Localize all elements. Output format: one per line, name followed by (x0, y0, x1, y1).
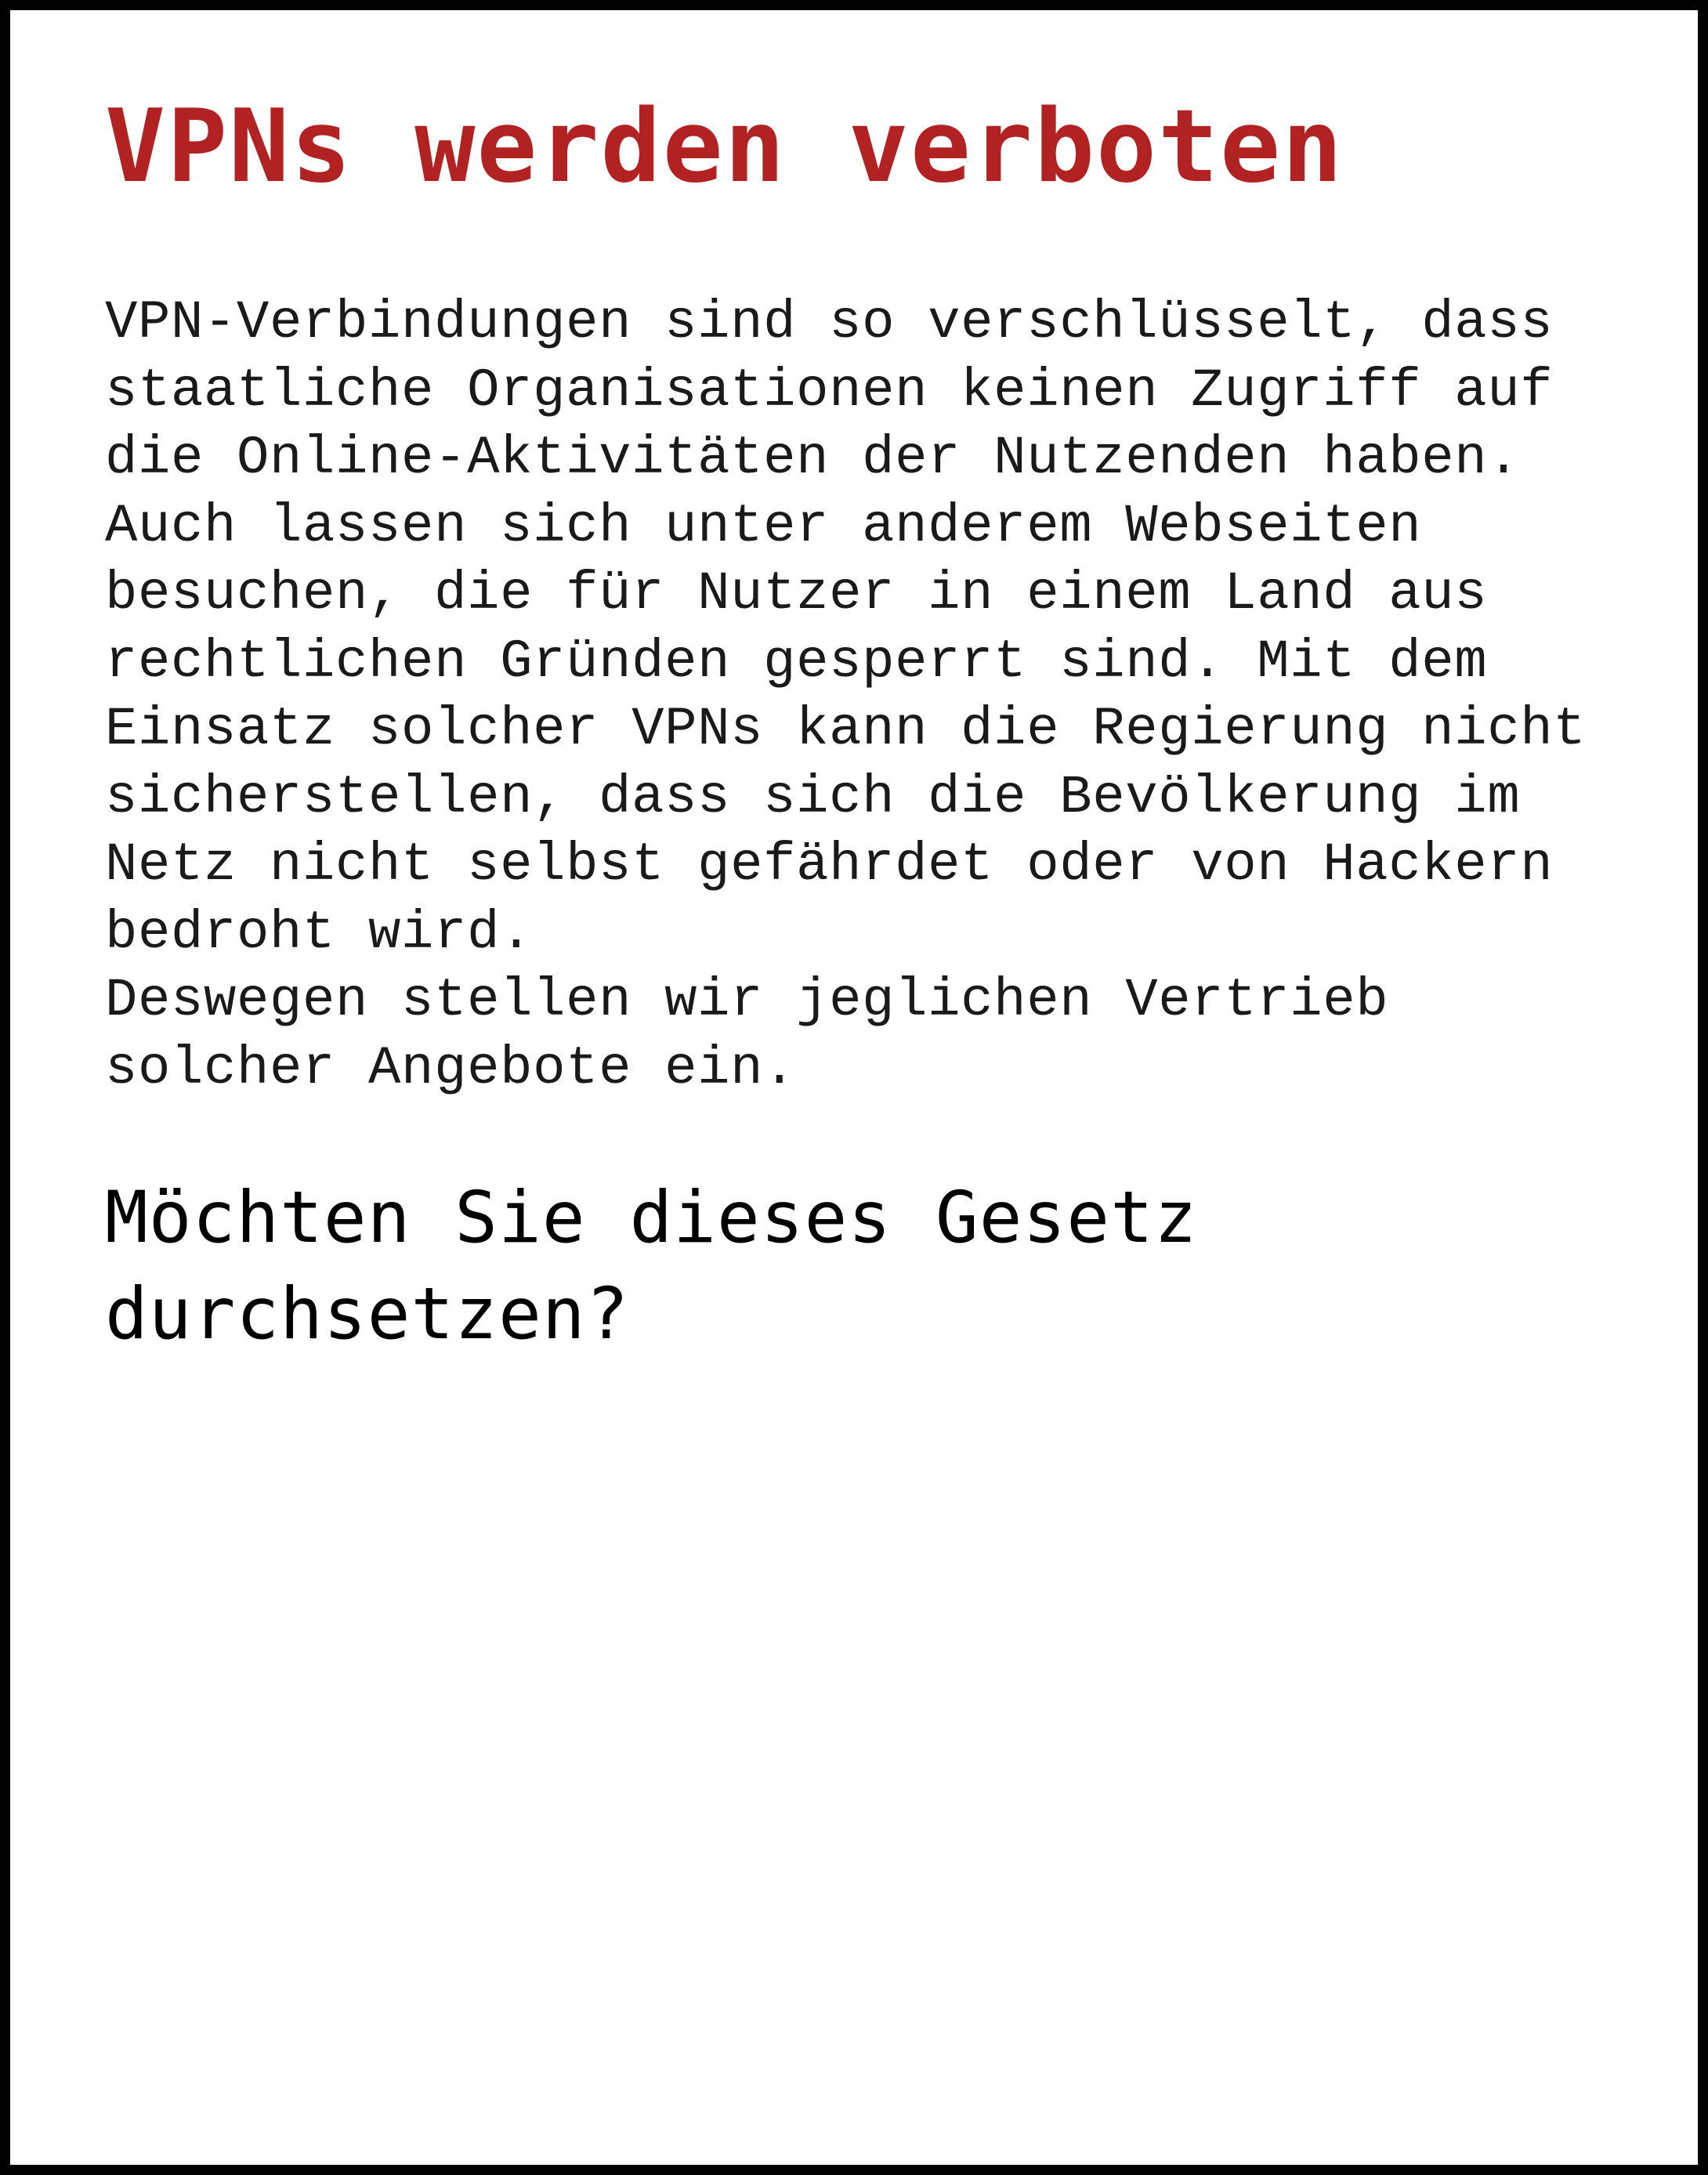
policy-card: VPNs werden verboten VPN-Verbindungen si… (10, 10, 1698, 2165)
card-title: VPNs werden verboten (105, 89, 1344, 205)
card-description: VPN-Verbindungen sind so verschlüsselt, … (105, 292, 1587, 1099)
card-question: Möchten Sie dieses Gesetz durchsetzen? (105, 1177, 1198, 1355)
